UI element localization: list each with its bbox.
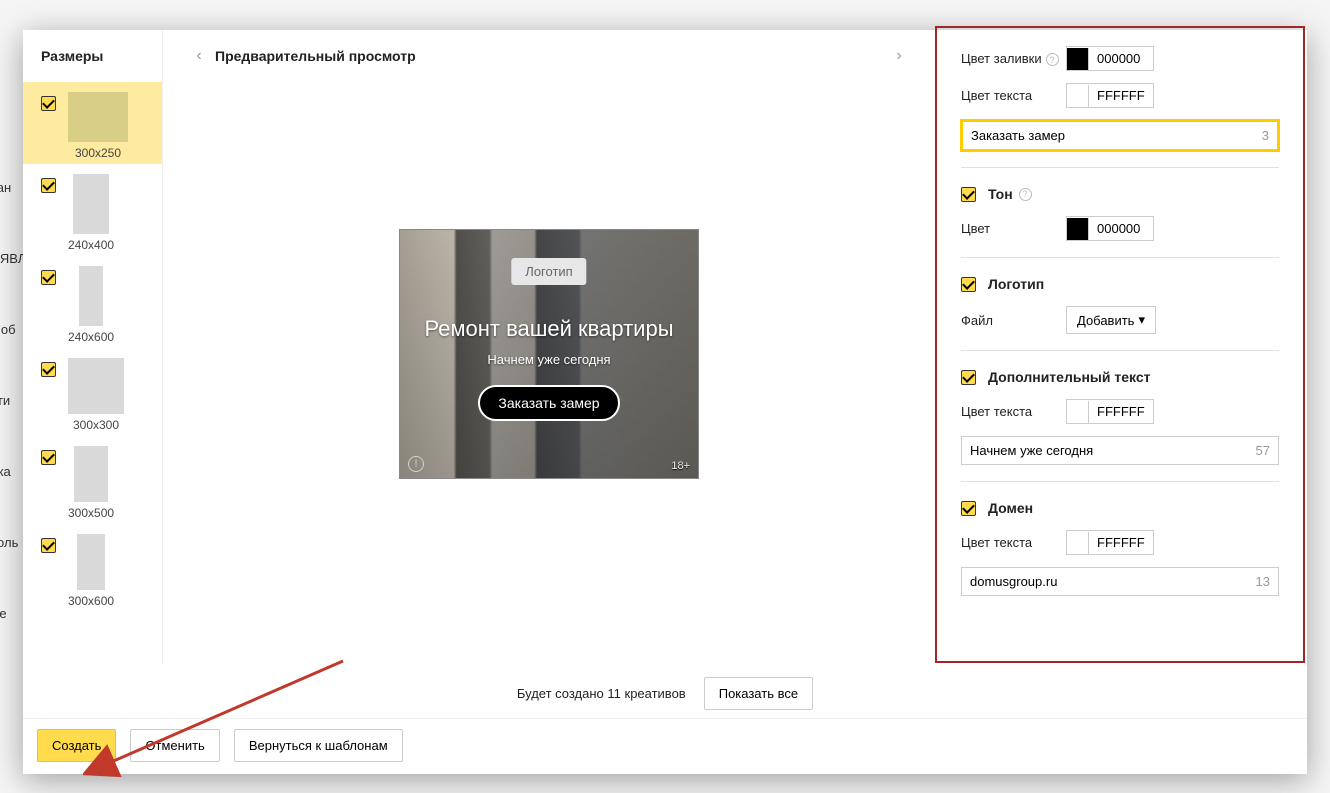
size-item-300x500[interactable]: 300x500 <box>23 436 162 524</box>
size-checkbox[interactable] <box>41 450 56 465</box>
extra-text-section-label: Дополнительный текст <box>988 369 1150 385</box>
preview-panel: ‹ Предварительный просмотр › Логотип Рем… <box>163 30 935 665</box>
properties-panel: Цвет заливки? Цвет текста 3 <box>935 26 1305 663</box>
age-badge: 18+ <box>671 460 690 472</box>
fill-color-field[interactable] <box>1066 46 1154 71</box>
preview-title: Предварительный просмотр <box>215 48 416 64</box>
extra-text-input[interactable] <box>962 437 1248 464</box>
size-checkbox[interactable] <box>41 270 56 285</box>
text-color-label: Цвет текста <box>961 88 1066 103</box>
fill-color-input[interactable] <box>1089 47 1153 70</box>
size-label: 300x300 <box>73 418 119 432</box>
domain-color-input[interactable] <box>1089 531 1153 554</box>
back-to-templates-button[interactable]: Вернуться к шаблонам <box>234 729 403 762</box>
size-checkbox[interactable] <box>41 362 56 377</box>
creative-editor-modal: Размеры 300x250240x400240x600300x300300x… <box>23 30 1307 774</box>
tone-section-label: Тон <box>988 186 1013 202</box>
creative-count-info: Будет создано 11 креативов <box>517 686 686 701</box>
domain-section-label: Домен <box>988 500 1033 516</box>
help-icon[interactable]: ? <box>1019 188 1032 201</box>
size-thumb <box>68 92 128 142</box>
size-label: 240x600 <box>68 330 114 344</box>
domain-color-label: Цвет текста <box>961 535 1066 550</box>
extra-color-label: Цвет текста <box>961 404 1066 419</box>
size-thumb <box>79 266 103 326</box>
cancel-button[interactable]: Отменить <box>130 729 219 762</box>
info-icon[interactable]: ! <box>408 456 424 472</box>
size-item-300x300[interactable]: 300x300 <box>23 348 162 436</box>
size-checkbox[interactable] <box>41 178 56 193</box>
show-all-button[interactable]: Показать все <box>704 677 813 710</box>
size-item-240x400[interactable]: 240x400 <box>23 164 162 256</box>
fill-color-swatch[interactable] <box>1067 48 1089 70</box>
logo-section-label: Логотип <box>988 276 1044 292</box>
text-color-input[interactable] <box>1089 84 1153 107</box>
extra-color-input[interactable] <box>1089 400 1153 423</box>
ad-subline: Начнем уже сегодня <box>487 352 610 367</box>
sizes-sidebar: Размеры 300x250240x400240x600300x300300x… <box>23 30 163 665</box>
chevron-down-icon: ▾ <box>1138 312 1145 328</box>
tone-color-label: Цвет <box>961 221 1066 236</box>
domain-color-field[interactable] <box>1066 530 1154 555</box>
logo-placeholder: Логотип <box>511 258 586 285</box>
ad-cta-button[interactable]: Заказать замер <box>478 385 619 421</box>
footer-info-row: Будет создано 11 креативов Показать все <box>23 665 1307 718</box>
text-color-field[interactable] <box>1066 83 1154 108</box>
size-thumb <box>68 358 124 414</box>
ad-headline: Ремонт вашей квартиры <box>424 316 673 342</box>
logo-file-label: Файл <box>961 313 1066 328</box>
size-label: 240x400 <box>68 238 114 252</box>
size-thumb <box>77 534 105 590</box>
domain-text-input[interactable] <box>962 568 1248 595</box>
prev-arrow[interactable]: ‹ <box>187 44 211 68</box>
size-item-300x250[interactable]: 300x250 <box>23 82 162 164</box>
create-button[interactable]: Создать <box>37 729 116 762</box>
size-thumb <box>74 446 108 502</box>
size-label: 300x500 <box>68 506 114 520</box>
domain-char-count: 13 <box>1248 574 1278 589</box>
domain-text-field[interactable]: 13 <box>961 567 1279 596</box>
extra-color-swatch[interactable] <box>1067 401 1089 423</box>
extra-text-checkbox[interactable] <box>961 370 976 385</box>
fill-color-label: Цвет заливки? <box>961 51 1066 67</box>
text-color-swatch[interactable] <box>1067 85 1089 107</box>
cta-text-input[interactable] <box>963 122 1254 149</box>
tone-color-field[interactable] <box>1066 216 1154 241</box>
domain-color-swatch[interactable] <box>1067 532 1089 554</box>
logo-checkbox[interactable] <box>961 277 976 292</box>
domain-checkbox[interactable] <box>961 501 976 516</box>
size-label: 300x600 <box>68 594 114 608</box>
sizes-header: Размеры <box>23 30 162 82</box>
size-thumb <box>73 174 109 234</box>
size-item-240x600[interactable]: 240x600 <box>23 256 162 348</box>
size-checkbox[interactable] <box>41 538 56 553</box>
logo-add-button[interactable]: Добавить ▾ <box>1066 306 1156 334</box>
size-label: 300x250 <box>75 146 121 160</box>
tone-color-swatch[interactable] <box>1067 218 1089 240</box>
next-arrow[interactable]: › <box>887 44 911 68</box>
size-item-300x600[interactable]: 300x600 <box>23 524 162 612</box>
tone-color-input[interactable] <box>1089 217 1153 240</box>
sizes-list: 300x250 240x400 240x600 300x300 300x500 300x6… <box>23 82 162 665</box>
cta-char-count: 3 <box>1254 128 1277 143</box>
cta-text-field[interactable]: 3 <box>961 120 1279 151</box>
extra-text-field[interactable]: 57 <box>961 436 1279 465</box>
help-icon[interactable]: ? <box>1046 53 1059 66</box>
tone-checkbox[interactable] <box>961 187 976 202</box>
size-checkbox[interactable] <box>41 96 56 111</box>
footer-actions: Создать Отменить Вернуться к шаблонам <box>23 718 1307 774</box>
extra-color-field[interactable] <box>1066 399 1154 424</box>
ad-creative: Логотип Ремонт вашей квартиры Начнем уже… <box>399 229 699 479</box>
extra-char-count: 57 <box>1248 443 1278 458</box>
